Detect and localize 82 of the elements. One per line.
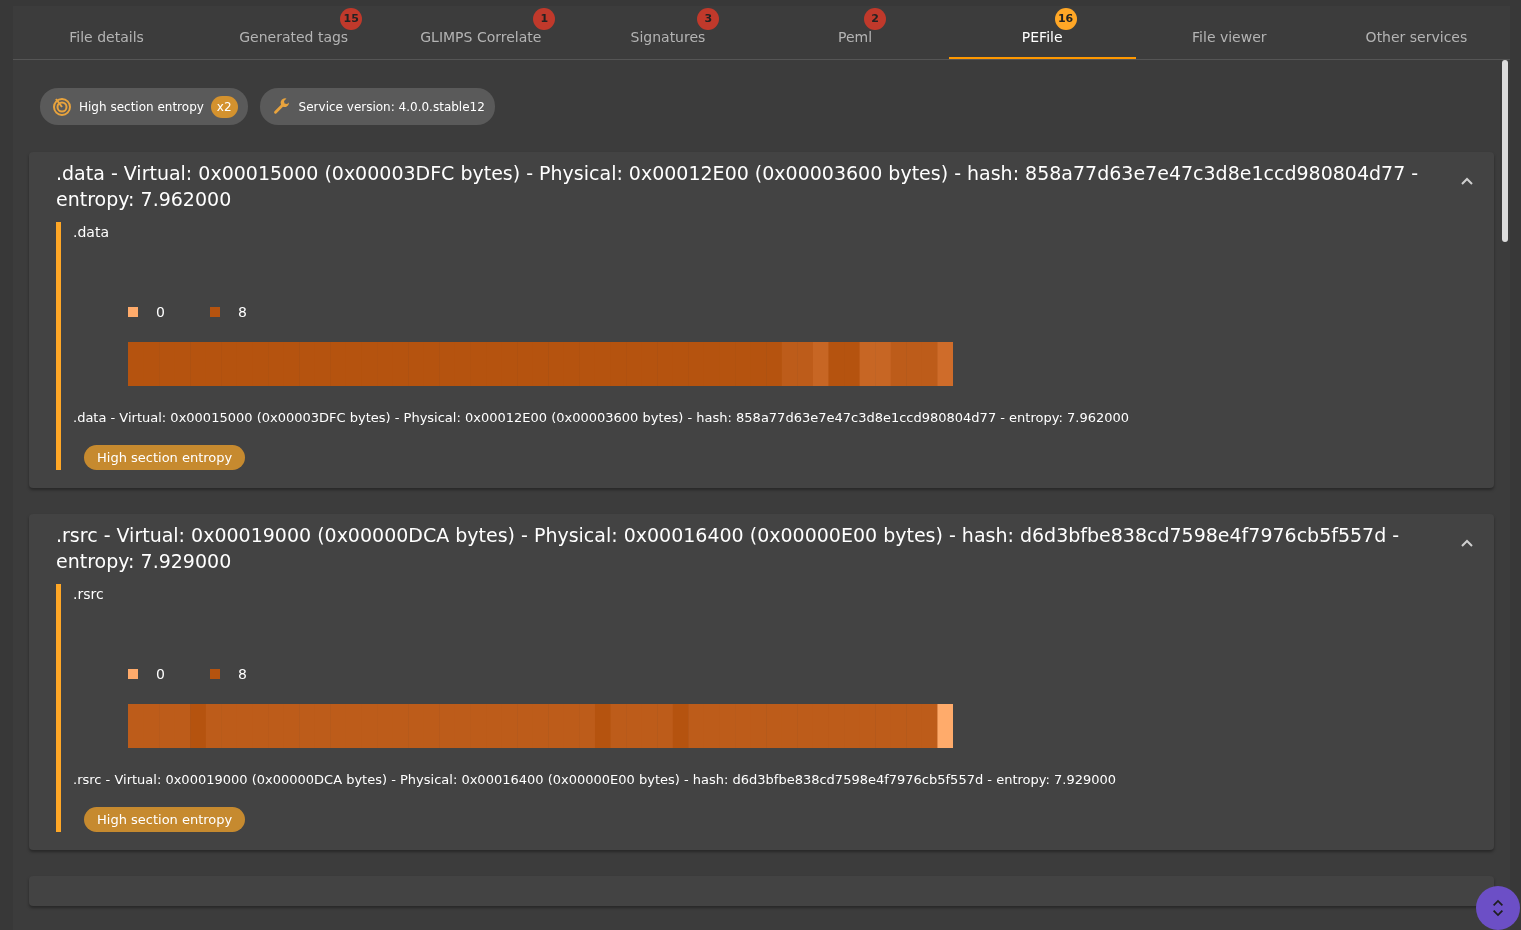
heatmap-segment	[766, 704, 783, 748]
heatmap-segment	[906, 704, 923, 748]
tab[interactable]: Generated tags 15	[200, 6, 388, 59]
heatmap-segment	[299, 342, 316, 386]
heatmap-segment	[439, 704, 456, 748]
legend-swatch	[209, 669, 220, 679]
legend-swatch	[128, 307, 138, 317]
heatmap-segment	[268, 342, 285, 386]
heatmap-segment	[408, 704, 425, 748]
tab[interactable]: File details	[13, 6, 201, 59]
section-description: .data - Virtual: 0x00015000 (0x00003DFC bytes) - Physical: 0x00012E00 (0x00003600 bytes) - hash: 858a77d63e7e47c3d8e1ccd980804d77 - entropy: 7.962000	[73, 410, 1129, 425]
count-badge: 16	[1054, 8, 1077, 30]
chip-label: High section entropy	[79, 99, 204, 114]
heatmap-segment	[159, 704, 176, 748]
section-title: .data - Virtual: 0x00015000 (0x00003DFC bytes) - Physical: 0x00012E00 (0x00003600 bytes) - hash: 858a77d63e7e47c3d8e1ccd980804d77 - entropy: 7.962000	[56, 161, 1420, 212]
count-badge: 3	[697, 8, 720, 30]
heatmap-segment	[190, 342, 207, 386]
heatmap-segment	[688, 704, 705, 748]
tab[interactable]: Signatures 3	[574, 6, 762, 59]
heatmap-segment	[688, 342, 705, 386]
heatmap-segment	[548, 704, 565, 748]
target-icon	[52, 96, 72, 117]
wrench-icon	[271, 96, 292, 117]
heatmap-segment	[937, 704, 953, 748]
heatmap-segment	[797, 704, 814, 748]
heatmap-segment	[735, 342, 752, 386]
heuristic-tag[interactable]: High section entropy	[84, 445, 246, 470]
heatmap-segment	[190, 704, 207, 748]
tab[interactable]: Other services	[1322, 6, 1510, 59]
scrollbar[interactable]	[1502, 60, 1508, 242]
count-badge: 2	[864, 8, 887, 30]
legend-label: 8	[237, 666, 247, 682]
heatmap-segment	[330, 342, 347, 386]
heatmap-segment	[579, 342, 596, 386]
heatmap-segment	[579, 704, 596, 748]
legend-swatch	[128, 669, 138, 679]
heatmap-segment	[797, 342, 814, 386]
heatmap-segment	[626, 342, 643, 386]
legend-label: 0	[156, 304, 165, 320]
tab[interactable]: Peml 2	[761, 6, 949, 59]
section-name: .rsrc	[73, 586, 104, 602]
heatmap-segment	[735, 704, 752, 748]
heatmap-segment	[875, 704, 892, 748]
heatmap-segment	[159, 342, 176, 386]
section-title: .rsrc - Virtual: 0x00019000 (0x00000DCA bytes) - Physical: 0x00016400 (0x00000E00 bytes) - hash: d6d3bfbe838cd7598e4f7976cb5f557d - entropy: 7.929000	[56, 523, 1401, 574]
heatmap-segment	[766, 342, 783, 386]
heatmap-segment	[844, 342, 861, 386]
heatmap-segment	[657, 342, 674, 386]
legend-label: 0	[156, 666, 165, 682]
heatmap-segment	[221, 342, 238, 386]
heatmap-segment	[828, 342, 845, 386]
heatmap-segment	[128, 342, 145, 386]
heatmap-segment	[517, 342, 534, 386]
section-description: .rsrc - Virtual: 0x00019000 (0x00000DCA bytes) - Physical: 0x00016400 (0x00000E00 bytes) - hash: d6d3bfbe838cd7598e4f7976cb5f557d - entropy: 7.929000	[73, 772, 1117, 787]
tab[interactable]: File viewer	[1135, 6, 1323, 59]
heatmap-segment	[657, 704, 674, 748]
heatmap-segment	[268, 704, 285, 748]
heatmap-segment	[439, 342, 456, 386]
count-badge: 15	[340, 8, 363, 30]
heatmap-segment	[875, 342, 892, 386]
legend-label: 8	[237, 304, 247, 320]
chevrons-icon	[1491, 899, 1505, 917]
chip[interactable]: Service version: 4.0.0.stable12	[259, 88, 495, 125]
heatmap-segment	[330, 704, 347, 748]
count-badge: 1	[533, 8, 556, 30]
tab[interactable]: PEFile 16	[948, 6, 1136, 59]
heuristic-tag[interactable]: High section entropy	[84, 807, 246, 832]
heatmap-segment	[937, 342, 953, 386]
heatmap-segment	[128, 704, 145, 748]
chip-label: Service version: 4.0.0.stable12	[298, 99, 485, 114]
heatmap-segment	[517, 704, 534, 748]
count-badge: x2	[210, 95, 238, 118]
section-name: .data	[73, 224, 109, 240]
heatmap-segment	[906, 342, 923, 386]
heatmap-segment	[299, 704, 316, 748]
heatmap-segment	[626, 704, 643, 748]
heatmap-segment	[408, 342, 425, 386]
chip[interactable]: High section entropy x2	[40, 88, 248, 125]
heatmap-segment	[548, 342, 565, 386]
heatmap-segment	[221, 704, 238, 748]
legend-swatch	[209, 307, 220, 317]
tab[interactable]: GLIMPS Correlate 1	[387, 6, 575, 59]
